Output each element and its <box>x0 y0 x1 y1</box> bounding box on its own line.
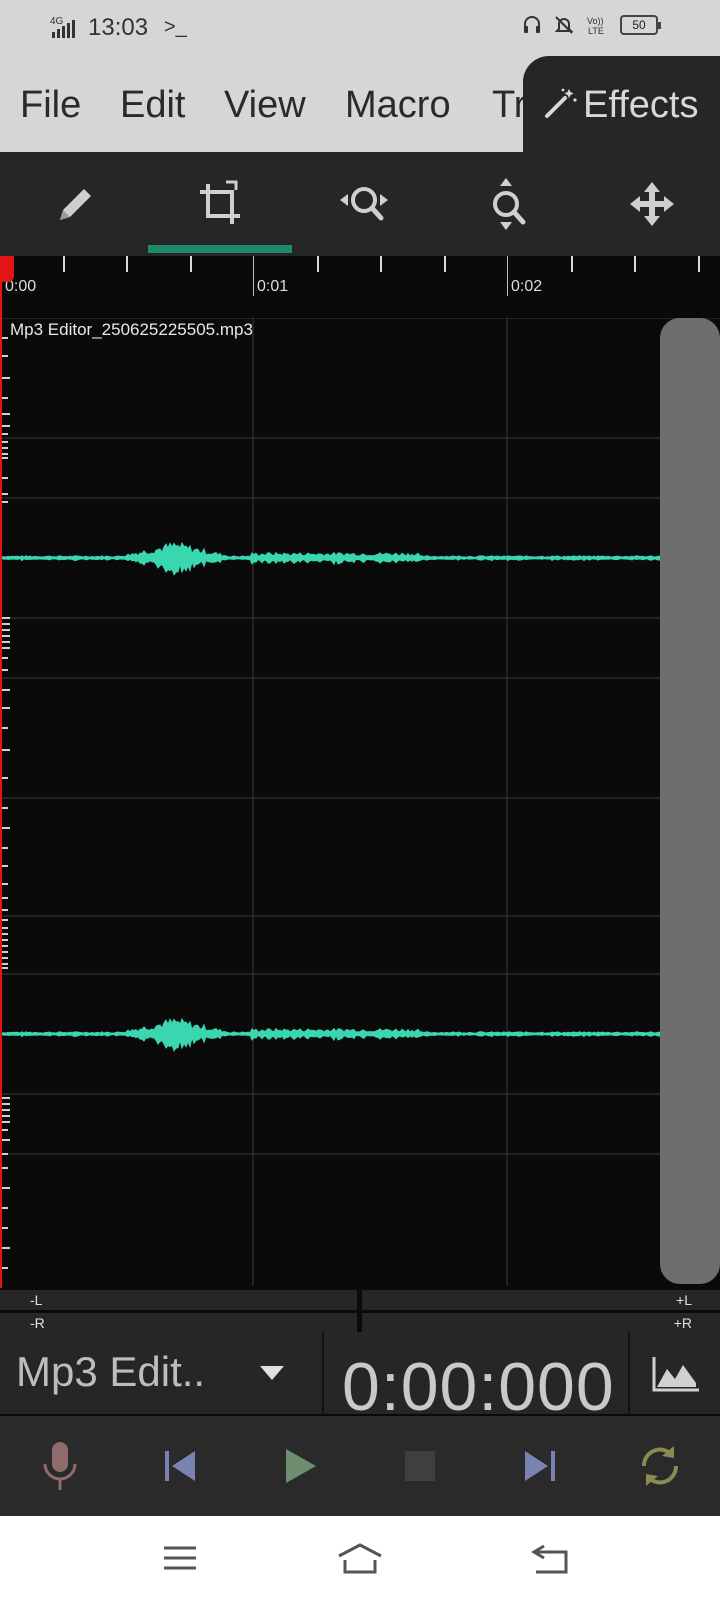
zoom-horizontal-button[interactable] <box>292 152 436 256</box>
pencil-tool-button[interactable] <box>4 152 148 256</box>
system-nav-bar <box>0 1516 720 1600</box>
magic-wand-icon <box>543 86 579 127</box>
skip-end-button[interactable] <box>480 1416 600 1516</box>
app-screen: 4G 13:03 >_ Vo)) LTE 50 File Edit View Ma… <box>0 0 720 1600</box>
nav-home-button[interactable] <box>300 1516 420 1600</box>
zoom-horizontal-icon <box>340 187 388 221</box>
play-button[interactable] <box>240 1416 360 1516</box>
pencil-icon <box>60 189 91 220</box>
area-chart-icon <box>652 1357 699 1392</box>
timeline-ruler[interactable]: 0:00 0:01 0:02 <box>0 256 720 318</box>
status-time: 13:03 <box>88 14 149 41</box>
track-file-name: Mp3 Editor_250625225505.mp3 <box>10 320 253 339</box>
file-selector-dropdown[interactable]: Mp3 Edit.. <box>0 1332 318 1414</box>
select-tool-button[interactable] <box>148 152 292 256</box>
menu-effects[interactable]: Effects <box>523 56 720 152</box>
file-selector-label: Mp3 Edit.. <box>16 1348 206 1395</box>
meter-left-pos: +L <box>362 1290 720 1310</box>
terminal-icon: >_ <box>164 16 187 38</box>
menu-edit[interactable]: Edit <box>120 84 185 127</box>
meter-left-neg: -L <box>0 1290 357 1310</box>
play-icon <box>286 1449 316 1483</box>
nav-menu-button[interactable] <box>120 1516 240 1600</box>
menu-macro[interactable]: Macro <box>345 84 451 127</box>
tool-bar <box>0 152 720 256</box>
battery-icon: 50 <box>620 15 661 35</box>
controls-row: Mp3 Edit.. 0:00:000 <box>0 1332 720 1414</box>
volte-icon: Vo))LTE <box>587 16 604 36</box>
transport-bar <box>0 1416 720 1516</box>
nav-back-button[interactable] <box>490 1516 610 1600</box>
status-bar: 4G 13:03 >_ Vo)) LTE 50 <box>0 0 720 56</box>
status-icons: Vo)) LTE 50 <box>522 14 661 36</box>
time-label-2: 0:02 <box>511 278 543 295</box>
menu-lines-icon <box>164 1546 196 1570</box>
move-tool-button[interactable] <box>580 152 720 256</box>
signal-icon: 4G <box>48 14 82 45</box>
playhead-line <box>0 256 2 1288</box>
menu-tracks-truncated[interactable]: Tr <box>492 84 526 127</box>
loop-button[interactable] <box>600 1416 720 1516</box>
menu-effects-label: Effects <box>583 84 699 126</box>
active-tool-indicator <box>148 245 292 253</box>
stop-button[interactable] <box>360 1416 480 1516</box>
timecode-value: 0:00:000 <box>342 1349 615 1414</box>
move-icon <box>630 182 674 226</box>
chevron-down-icon <box>260 1366 284 1380</box>
record-button[interactable] <box>0 1416 120 1516</box>
menu-file[interactable]: File <box>20 84 81 127</box>
home-icon <box>338 1543 382 1574</box>
bell-off-icon <box>554 16 574 34</box>
crop-select-icon <box>200 180 240 224</box>
meter-right-neg: -R <box>0 1313 357 1333</box>
timecode-display: 0:00:000 <box>322 1332 630 1414</box>
zoom-vertical-icon <box>493 178 526 230</box>
loop-icon <box>641 1446 679 1486</box>
svg-text:Vo)): Vo)) <box>587 16 604 26</box>
svg-text:4G: 4G <box>50 16 64 27</box>
spectrum-button[interactable] <box>632 1332 720 1414</box>
playhead-handle[interactable] <box>0 256 14 282</box>
zoom-vertical-button[interactable] <box>436 152 580 256</box>
vertical-scrollbar[interactable] <box>660 318 720 1284</box>
svg-text:LTE: LTE <box>588 26 604 36</box>
meter-right-pos: +R <box>362 1313 720 1333</box>
menu-view[interactable]: View <box>224 84 306 127</box>
waveform-svg <box>0 318 720 1286</box>
skip-start-icon <box>165 1451 195 1481</box>
stop-icon <box>405 1451 435 1481</box>
time-label-1: 0:01 <box>257 278 289 295</box>
skip-start-button[interactable] <box>120 1416 240 1516</box>
headphones-icon <box>524 16 540 33</box>
waveform-canvas[interactable] <box>0 318 720 1286</box>
microphone-icon <box>43 1442 77 1490</box>
back-icon <box>531 1544 568 1574</box>
skip-end-icon <box>525 1451 555 1481</box>
